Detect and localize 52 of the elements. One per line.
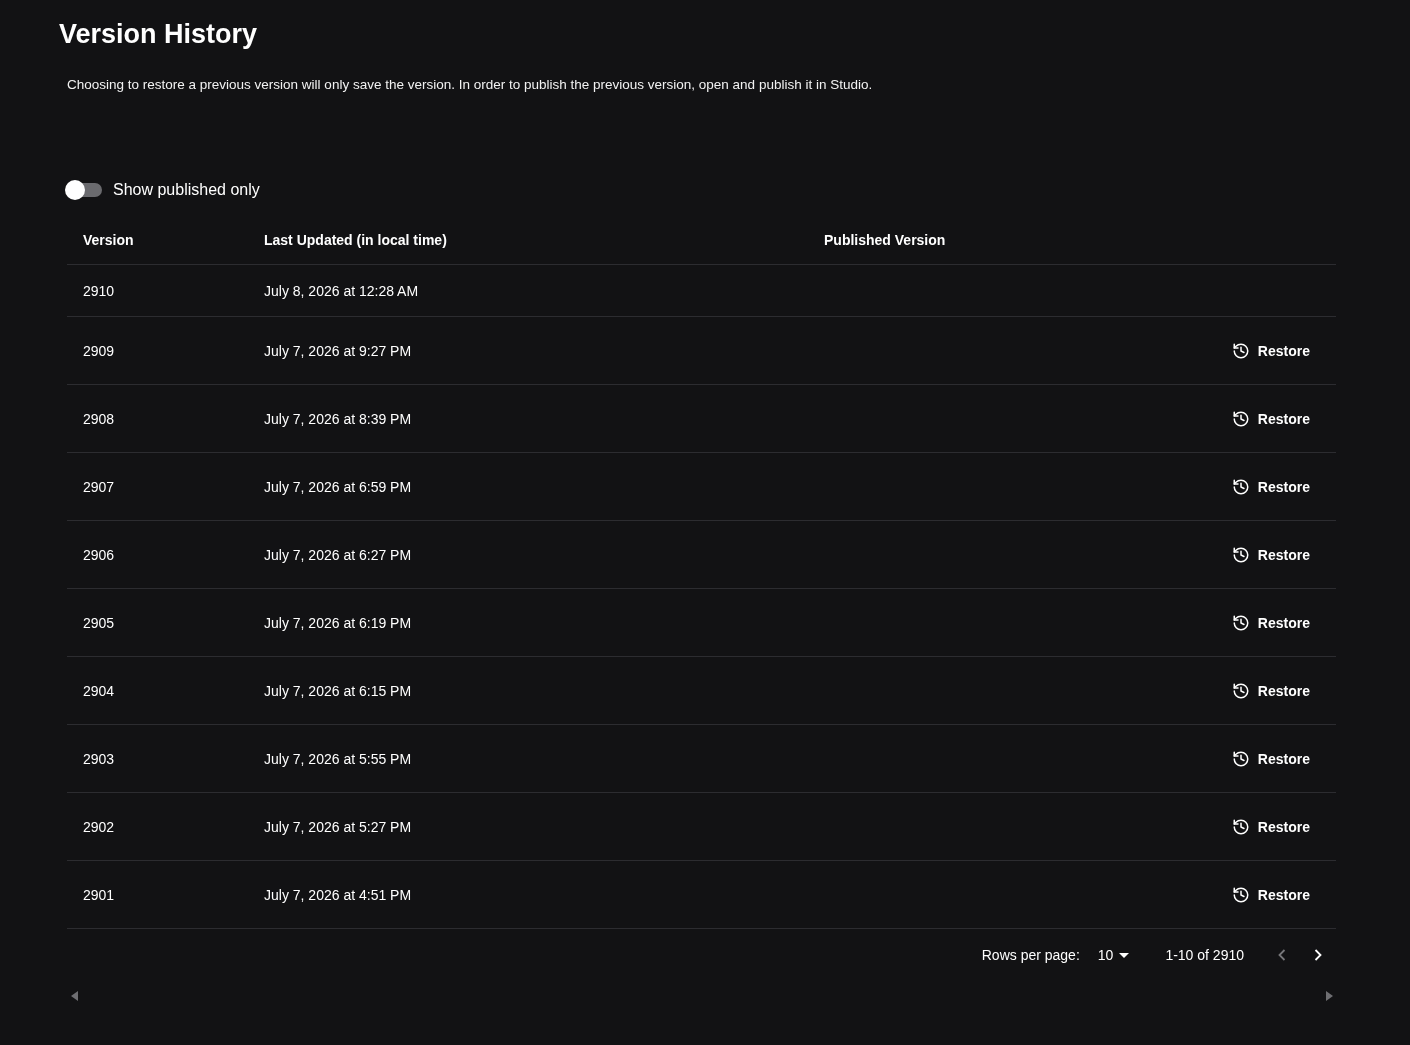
history-icon — [1231, 409, 1250, 428]
history-icon — [1231, 885, 1250, 904]
restore-button[interactable]: Restore — [1223, 333, 1320, 368]
page-range-text: 1-10 of 2910 — [1165, 947, 1244, 963]
triangle-right-icon[interactable] — [1326, 991, 1333, 1001]
chevron-right-icon[interactable] — [1314, 949, 1322, 961]
restore-button[interactable]: Restore — [1223, 741, 1320, 776]
date-cell-text: July 8, 2026 at 12:28 AM — [264, 281, 419, 301]
column-header: Version — [83, 232, 134, 248]
version-cell-text: 2902 — [83, 817, 115, 837]
history-icon — [1231, 749, 1250, 768]
triangle-left-icon[interactable] — [71, 991, 78, 1001]
version-cell-text: 2904 — [83, 681, 115, 701]
version-cell-text: 2910 — [83, 281, 115, 301]
date-cell-text: July 7, 2026 at 5:55 PM — [264, 749, 412, 769]
version-cell-text: 2903 — [83, 749, 115, 769]
version-cell-text: 2908 — [83, 409, 115, 429]
date-cell-text: July 7, 2026 at 6:27 PM — [264, 545, 412, 565]
restore-button[interactable]: Restore — [1223, 537, 1320, 572]
column-header: Last Updated (in local time) — [264, 232, 447, 248]
caret-down-icon — [1119, 952, 1130, 958]
date-cell-text: July 7, 2026 at 5:27 PM — [264, 817, 412, 837]
version-cell-text: 2907 — [83, 477, 115, 497]
restore-button[interactable]: Restore — [1223, 469, 1320, 504]
description-text: Choosing to restore a previous version will only save the version. In order to publish the previous version, open and publish it in Studio. — [67, 76, 873, 94]
version-cell-text: 2906 — [83, 545, 115, 565]
date-cell-text: July 7, 2026 at 8:39 PM — [264, 409, 412, 429]
column-header: Published Version — [824, 232, 946, 248]
history-icon — [1231, 341, 1250, 360]
toggle-label: Show published only — [113, 180, 260, 200]
date-cell-text: July 7, 2026 at 9:27 PM — [264, 341, 412, 361]
version-cell-text: 2901 — [83, 885, 115, 905]
history-icon — [1231, 477, 1250, 496]
page-title: Version History — [59, 18, 258, 51]
restore-button[interactable]: Restore — [1223, 809, 1320, 844]
version-cell-text: 2909 — [83, 341, 115, 361]
history-icon — [1231, 681, 1250, 700]
restore-button[interactable]: Restore — [1223, 877, 1320, 912]
rows-per-page-label: Rows per page: — [981, 947, 1080, 963]
date-cell-text: July 7, 2026 at 6:19 PM — [264, 613, 412, 633]
date-cell-text: July 7, 2026 at 4:51 PM — [264, 885, 412, 905]
history-icon — [1231, 613, 1250, 632]
toggle-switch[interactable] — [65, 180, 102, 200]
version-cell-text: 2905 — [83, 613, 115, 633]
restore-button[interactable]: Restore — [1223, 673, 1320, 708]
rows-per-page-select[interactable]: 10 — [1097, 947, 1130, 963]
date-cell-text: July 7, 2026 at 6:59 PM — [264, 477, 412, 497]
history-icon — [1231, 817, 1250, 836]
restore-button[interactable]: Restore — [1223, 401, 1320, 436]
history-icon — [1231, 545, 1250, 564]
restore-button[interactable]: Restore — [1223, 605, 1320, 640]
date-cell-text: July 7, 2026 at 6:15 PM — [264, 681, 412, 701]
